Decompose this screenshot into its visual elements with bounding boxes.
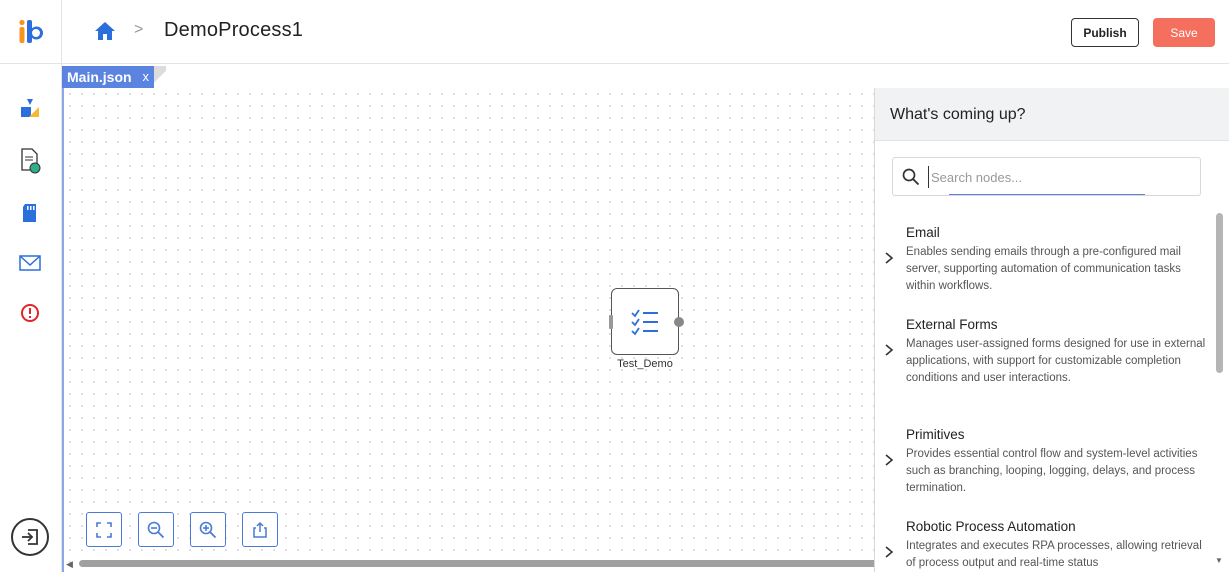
save-button[interactable]: Save bbox=[1153, 18, 1215, 47]
list-item-description: Provides essential control flow and syst… bbox=[906, 448, 1198, 494]
node-output-handle[interactable] bbox=[674, 317, 684, 327]
workflow-canvas[interactable] bbox=[62, 88, 874, 572]
workflow-icon[interactable] bbox=[17, 95, 43, 121]
list-item-description: Manages user-assigned forms designed for… bbox=[906, 338, 1206, 384]
scroll-left-icon[interactable]: ◀ bbox=[66, 559, 73, 570]
tab-label: Main.json bbox=[67, 69, 132, 85]
breadcrumb-chevron-icon: > bbox=[134, 21, 144, 38]
panel-scrollbar-thumb[interactable] bbox=[1216, 213, 1223, 373]
workflow-node[interactable] bbox=[609, 288, 684, 355]
list-item-title: External Forms bbox=[906, 317, 998, 332]
fit-view-button[interactable] bbox=[86, 512, 122, 547]
export-button[interactable] bbox=[242, 512, 278, 547]
search-underline bbox=[949, 194, 1145, 195]
node-input-handle[interactable] bbox=[609, 315, 613, 329]
tab-fold-decoration bbox=[154, 66, 166, 88]
list-item-title: Primitives bbox=[906, 427, 965, 442]
alert-icon[interactable] bbox=[17, 300, 43, 326]
ib-logo-icon bbox=[19, 19, 43, 43]
page-title: DemoProcess1 bbox=[164, 19, 304, 41]
node-label: Test_Demo bbox=[617, 358, 673, 370]
logout-icon bbox=[22, 529, 38, 545]
home-icon bbox=[95, 22, 115, 40]
sd-card-icon[interactable] bbox=[17, 200, 43, 226]
zoom-in-button[interactable] bbox=[190, 512, 226, 547]
chevron-right-icon bbox=[885, 546, 894, 558]
zoom-out-icon bbox=[147, 521, 165, 538]
search-icon bbox=[902, 168, 920, 186]
left-sidebar bbox=[0, 0, 62, 572]
tab-close-button[interactable]: x bbox=[143, 69, 150, 84]
home-button[interactable] bbox=[94, 21, 118, 43]
list-item-title: Email bbox=[906, 225, 940, 240]
search-box[interactable] bbox=[892, 157, 1201, 196]
chevron-right-icon bbox=[885, 454, 894, 466]
horizontal-scrollbar[interactable]: ◀ bbox=[62, 558, 879, 570]
tab-main-json[interactable]: Main.json x bbox=[62, 66, 154, 88]
search-input[interactable] bbox=[928, 166, 1188, 188]
mail-icon[interactable] bbox=[17, 250, 43, 276]
list-item-description: Integrates and executes RPA processes, a… bbox=[906, 540, 1202, 569]
node-palette-panel: What's coming up? Email Enables sending … bbox=[874, 88, 1229, 572]
logout-button[interactable] bbox=[11, 518, 49, 556]
document-settings-icon[interactable] bbox=[17, 148, 43, 174]
panel-header: What's coming up? bbox=[875, 88, 1229, 141]
chevron-right-icon bbox=[885, 344, 894, 356]
scroll-down-icon[interactable]: ▼ bbox=[1215, 556, 1223, 565]
panel-title: What's coming up? bbox=[890, 106, 1026, 123]
fit-view-icon bbox=[96, 521, 112, 538]
scrollbar-thumb[interactable] bbox=[79, 560, 879, 567]
checklist-icon bbox=[631, 309, 658, 335]
zoom-in-icon bbox=[199, 521, 217, 538]
top-header: > DemoProcess1 Publish Save bbox=[62, 0, 1229, 64]
app-logo[interactable] bbox=[0, 0, 62, 64]
list-item-description: Enables sending emails through a pre-con… bbox=[906, 246, 1181, 292]
list-item-title: Robotic Process Automation bbox=[906, 519, 1076, 534]
zoom-out-button[interactable] bbox=[138, 512, 174, 547]
export-icon bbox=[253, 521, 267, 538]
publish-button[interactable]: Publish bbox=[1071, 18, 1139, 47]
chevron-right-icon bbox=[885, 252, 894, 264]
